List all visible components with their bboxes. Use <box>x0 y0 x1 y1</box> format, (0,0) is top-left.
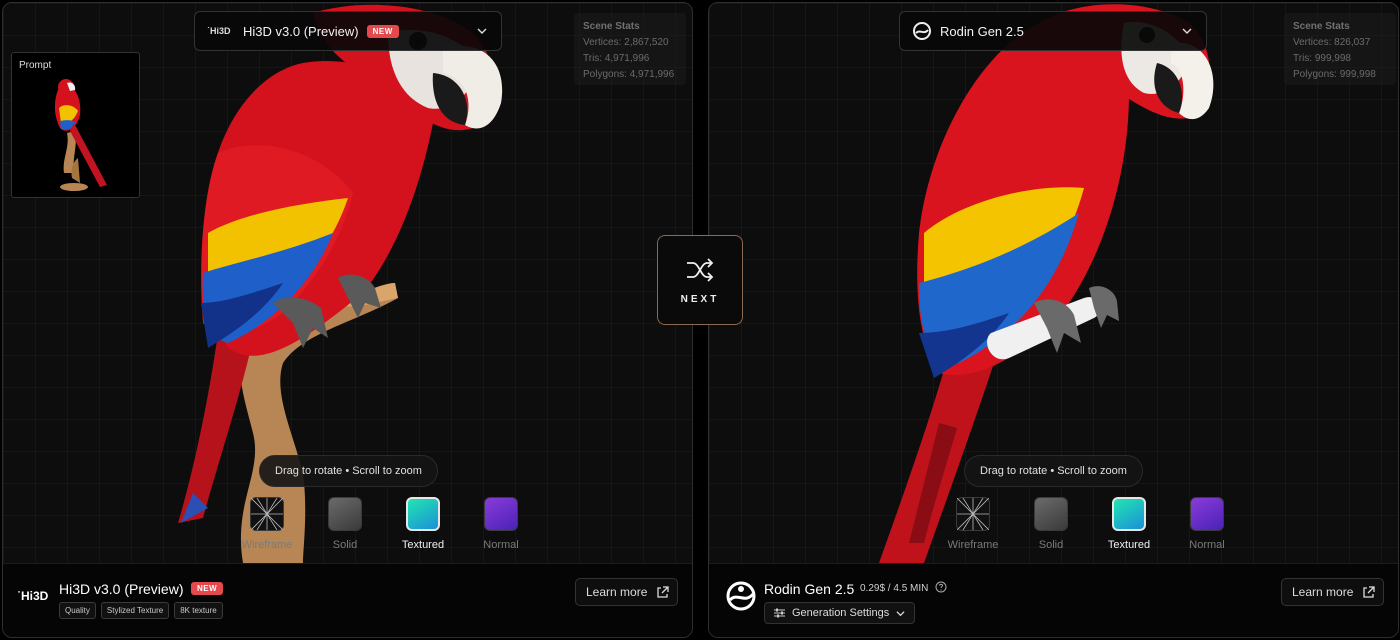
right-selector-title: Rodin Gen 2.5 <box>940 23 1024 39</box>
normal-mode-button[interactable]: Normal <box>473 497 529 551</box>
normal-mode-button[interactable]: Normal <box>1179 497 1235 551</box>
external-link-icon <box>1363 585 1376 598</box>
left-render-mode-selector: Wireframe Solid Textured Normal <box>239 497 529 551</box>
normal-label: Normal <box>1189 539 1225 551</box>
chevron-down-icon <box>896 610 905 616</box>
chevron-down-icon <box>1182 28 1192 34</box>
hi3d-logo-small: ˙Hi3D <box>207 26 231 36</box>
quality-tag: Quality <box>59 602 96 619</box>
prompt-image-card: Prompt <box>11 52 140 198</box>
wireframe-icon <box>956 497 990 531</box>
left-learn-more-button[interactable]: Learn more <box>575 578 678 606</box>
right-scene-stats: Scene Stats Vertices: 826,037 Tris: 999,… <box>1284 13 1396 85</box>
textured-mode-button[interactable]: Textured <box>1101 497 1157 551</box>
solid-mode-button[interactable]: Solid <box>1023 497 1079 551</box>
left-model-info-footer: ˙Hi3D Hi3D v3.0 (Preview) NEW Quality St… <box>3 563 692 637</box>
chevron-down-icon <box>477 28 487 34</box>
textured-swatch-icon <box>1112 497 1146 531</box>
wireframe-label: Wireframe <box>947 539 999 551</box>
solid-mode-button[interactable]: Solid <box>317 497 373 551</box>
8k-texture-tag: 8K texture <box>174 602 223 619</box>
left-comparison-panel: ˙Hi3D Hi3D v3.0 (Preview) NEW Scene Stat… <box>2 2 693 638</box>
info-icon[interactable] <box>935 581 947 593</box>
right-model-selector[interactable]: Rodin Gen 2.5 <box>899 11 1207 51</box>
rotate-zoom-hint: Drag to rotate • Scroll to zoom <box>259 455 438 487</box>
new-badge: NEW <box>191 582 224 595</box>
external-link-icon <box>657 585 670 598</box>
generation-settings-label: Generation Settings <box>792 607 890 619</box>
generation-settings-button[interactable]: Generation Settings <box>764 602 916 624</box>
wireframe-icon <box>250 497 284 531</box>
left-selector-title: Hi3D v3.0 (Preview) <box>243 23 359 39</box>
right-render-mode-selector: Wireframe Solid Textured Normal <box>945 497 1235 551</box>
tris-stat: Tris: 4,971,996 <box>583 53 650 64</box>
vertices-stat: Vertices: 826,037 <box>1293 37 1371 48</box>
polygons-stat: Polygons: 4,971,996 <box>583 69 675 80</box>
right-model-name: Rodin Gen 2.5 <box>764 581 855 597</box>
left-scene-stats: Scene Stats Vertices: 2,867,520 Tris: 4,… <box>574 13 686 85</box>
wireframe-mode-button[interactable]: Wireframe <box>239 497 295 551</box>
right-comparison-panel: Rodin Gen 2.5 Scene Stats Vertices: 826,… <box>708 2 1399 638</box>
model-tags: Quality Stylized Texture 8K texture <box>59 602 223 619</box>
solid-swatch-icon <box>328 497 362 531</box>
normal-swatch-icon <box>484 497 518 531</box>
textured-label: Textured <box>401 539 445 551</box>
shuffle-icon <box>687 257 714 282</box>
solid-swatch-icon <box>1034 497 1068 531</box>
textured-swatch-icon <box>406 497 440 531</box>
price-info: 0.29$ / 4.5 MIN <box>860 583 929 594</box>
right-learn-more-button[interactable]: Learn more <box>1281 578 1384 606</box>
tris-stat: Tris: 999,998 <box>1293 53 1351 64</box>
vertices-stat: Vertices: 2,867,520 <box>583 37 669 48</box>
stylized-texture-tag: Stylized Texture <box>100 602 170 619</box>
wireframe-mode-button[interactable]: Wireframe <box>945 497 1001 551</box>
next-label: NEXT <box>680 293 720 305</box>
left-model-selector[interactable]: ˙Hi3D Hi3D v3.0 (Preview) NEW <box>194 11 502 51</box>
polygons-stat: Polygons: 999,998 <box>1293 69 1376 80</box>
textured-label: Textured <box>1107 539 1151 551</box>
solid-label: Solid <box>1038 539 1064 551</box>
scene-stats-heading: Scene Stats <box>1293 21 1350 32</box>
solid-label: Solid <box>332 539 358 551</box>
sliders-icon <box>774 608 785 618</box>
left-model-name: Hi3D v3.0 (Preview) <box>59 581 184 597</box>
learn-more-label: Learn more <box>1292 585 1354 599</box>
prompt-parrot-thumbnail <box>54 79 107 191</box>
hi3d-logo: ˙Hi3D <box>17 589 49 603</box>
rodin-logo-small <box>913 22 931 40</box>
right-model-info-footer: Rodin Gen 2.5 0.29$ / 4.5 MIN Generation… <box>709 563 1398 637</box>
normal-swatch-icon <box>1190 497 1224 531</box>
next-comparison-button[interactable]: NEXT <box>657 235 743 325</box>
textured-mode-button[interactable]: Textured <box>395 497 451 551</box>
new-badge: NEW <box>366 24 399 38</box>
learn-more-label: Learn more <box>586 585 648 599</box>
normal-label: Normal <box>483 539 519 551</box>
scene-stats-heading: Scene Stats <box>583 21 640 32</box>
rotate-zoom-hint: Drag to rotate • Scroll to zoom <box>964 455 1143 487</box>
wireframe-label: Wireframe <box>241 539 293 551</box>
rodin-logo <box>726 581 756 611</box>
